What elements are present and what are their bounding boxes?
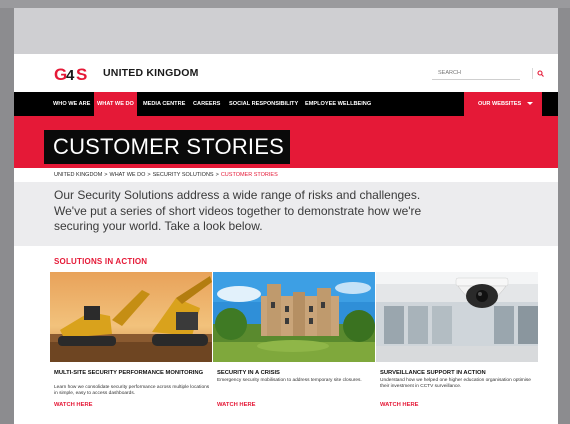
breadcrumb-item-united-kingdom[interactable]: UNITED KINGDOM [54,172,102,178]
card-title: SECURITY IN A CRISIS [217,370,280,376]
breadcrumb: UNITED KINGDOM > WHAT WE DO > SECURITY SOLUT… [54,172,278,178]
hero-title-box: CUSTOMER STORIES [44,130,290,164]
web-page: G 4 S UNITED KINGDOM WHO WE ARE WHAT WE … [14,54,558,424]
nav-item-careers[interactable]: CAREERS [190,92,223,116]
our-websites-dropdown[interactable]: OUR WEBSITES [464,92,542,116]
chevron-down-icon [527,102,534,106]
breadcrumb-separator: > [215,172,219,178]
nav-item-who-we-are[interactable]: WHO WE ARE [50,92,93,116]
our-websites-label: OUR WEBSITES [478,101,522,107]
story-card: MULTI-SITE SECURITY PERFORMANCE MONITORI… [50,272,212,408]
site-header: G 4 S UNITED KINGDOM [14,54,558,92]
card-description: Learn how we consolidate security perfor… [54,385,210,396]
watch-here-link[interactable]: WATCH HERE [54,402,93,408]
svg-text:4: 4 [66,67,75,83]
browser-top-band [0,0,570,8]
cctv-camera-image[interactable] [376,272,538,362]
nav-item-media-centre[interactable]: MEDIA CENTRE [140,92,188,116]
construction-site-image[interactable] [50,272,212,362]
watch-here-link[interactable]: WATCH HERE [217,402,256,408]
nav-item-employee-wellbeing[interactable]: EMPLOYEE WELLBEING [302,92,374,116]
breadcrumb-separator: > [104,172,108,178]
story-card: SURVEILLANCE SUPPORT IN ACTION Understan… [376,272,538,408]
frame-top-area [14,8,558,54]
breadcrumb-item-customer-stories: CUSTOMER STORIES [220,172,278,178]
card-title: MULTI-SITE SECURITY PERFORMANCE MONITORI… [54,370,204,376]
card-description: Emergency security mobilisation to addre… [217,378,362,383]
card-title: SURVEILLANCE SUPPORT IN ACTION [380,370,486,376]
search-box [432,66,546,81]
intro-text: Our Security Solutions address a wide ra… [54,188,422,233]
breadcrumb-item-security-solutions[interactable]: SECURITY SOLUTIONS [153,172,214,178]
svg-text:S: S [76,65,87,83]
watch-here-link[interactable]: WATCH HERE [380,402,419,408]
card-description: Understand how we helped one higher educ… [380,378,531,389]
main-nav: WHO WE ARE WHAT WE DO MEDIA CENTRE CAREE… [14,92,558,116]
g4s-logo[interactable]: G 4 S [54,63,96,83]
page-title: CUSTOMER STORIES [53,134,284,159]
section-title: SOLUTIONS IN ACTION [54,257,148,266]
search-input[interactable] [432,66,520,80]
breadcrumb-item-what-we-do[interactable]: WHAT WE DO [110,172,146,178]
nav-item-social-responsibility[interactable]: SOCIAL RESPONSIBILITY [226,92,301,116]
breadcrumb-separator: > [147,172,151,178]
site-country-title: UNITED KINGDOM [103,67,199,79]
search-icon[interactable] [532,68,544,79]
story-card: SECURITY IN A CRISIS Emergency security … [213,272,375,408]
castle-hotel-image[interactable] [213,272,375,362]
nav-item-what-we-do[interactable]: WHAT WE DO [94,92,137,116]
intro-panel: Our Security Solutions address a wide ra… [14,182,558,246]
hero-banner: CUSTOMER STORIES [14,116,558,168]
